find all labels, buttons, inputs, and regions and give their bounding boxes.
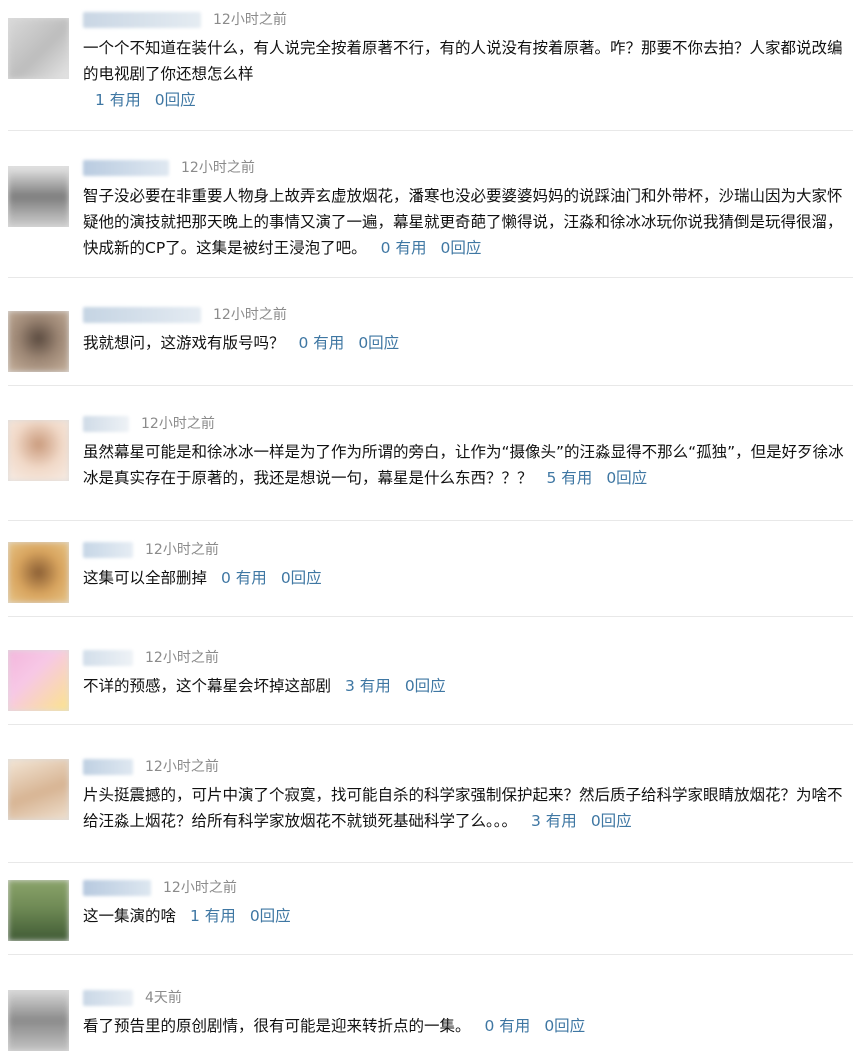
comment-text-body: 虽然幕星可能是和徐冰冰一样是为了作为所谓的旁白，让作为“摄像头”的汪淼显得不那么… (83, 443, 844, 487)
comment-item: 12小时之前 片头挺震撼的，可片中演了个寂寞，找可能自杀的科学家强制保护起来？然… (8, 755, 853, 863)
avatar[interactable] (8, 542, 69, 603)
reply-link[interactable]: 0回应 (358, 334, 399, 352)
comment-item: 12小时之前 智子没必要在非重要人物身上故弄玄虚放烟花，潘寒也没必要婆婆妈妈的说… (8, 156, 853, 278)
avatar-image (8, 311, 69, 372)
comment-item: 12小时之前 这集可以全部删掉 0 有用 0回应 (8, 538, 853, 617)
username[interactable] (83, 759, 133, 775)
comment-text-body: 不详的预感，这个幕星会坏掉这部剧 (83, 677, 332, 695)
comment-meta: 12小时之前 (83, 412, 853, 436)
comment-text: 虽然幕星可能是和徐冰冰一样是为了作为所谓的旁白，让作为“摄像头”的汪淼显得不那么… (83, 439, 853, 491)
username[interactable] (83, 12, 201, 28)
useful-vote-link[interactable]: 5 有用 (547, 469, 593, 487)
avatar[interactable] (8, 311, 69, 372)
comment-item: 12小时之前 虽然幕星可能是和徐冰冰一样是为了作为所谓的旁白，让作为“摄像头”的… (8, 412, 853, 521)
username[interactable] (83, 542, 133, 558)
avatar[interactable] (8, 420, 69, 481)
username[interactable] (83, 880, 151, 896)
avatar-image (8, 759, 69, 820)
reply-link[interactable]: 0回应 (606, 469, 647, 487)
reply-link[interactable]: 0回应 (440, 239, 481, 257)
avatar-image (8, 542, 69, 603)
comment-text: 这一集演的啥 1 有用 0回应 (83, 903, 853, 929)
comment-text: 一个个不知道在装什么，有人说完全按着原著不行，有的人说没有按着原著。咋？那要不你… (83, 35, 853, 87)
comment-time: 12小时之前 (213, 307, 287, 323)
comment-time: 12小时之前 (145, 759, 219, 775)
reply-link[interactable]: 0回应 (591, 812, 632, 830)
comment-time: 12小时之前 (213, 12, 287, 28)
comment-meta: 12小时之前 (83, 303, 853, 327)
avatar-image (8, 18, 69, 79)
comment-text-body: 看了预告里的原创剧情，很有可能是迎来转折点的一集。 (83, 1017, 471, 1035)
avatar-image (8, 420, 69, 481)
comment-text-body: 片头挺震撼的，可片中演了个寂寞，找可能自杀的科学家强制保护起来？然后质子给科学家… (83, 786, 843, 830)
useful-vote-link[interactable]: 3 有用 (531, 812, 577, 830)
comment-meta: 12小时之前 (83, 646, 853, 670)
useful-vote-link[interactable]: 1 有用 (190, 907, 236, 925)
comment-meta: 12小时之前 (83, 876, 853, 900)
useful-vote-link[interactable]: 0 有用 (381, 239, 427, 257)
comment-actions: 1 有用 0回应 (83, 87, 853, 113)
comment-meta: 12小时之前 (83, 8, 853, 32)
comment-text-body: 一个个不知道在装什么，有人说完全按着原著不行，有的人说没有按着原著。咋？那要不你… (83, 39, 843, 83)
avatar[interactable] (8, 880, 69, 941)
comment-text-body: 这集可以全部删掉 (83, 569, 208, 587)
avatar-image (8, 166, 69, 227)
avatar[interactable] (8, 166, 69, 227)
avatar[interactable] (8, 990, 69, 1051)
avatar[interactable] (8, 759, 69, 820)
comment-item: 12小时之前 我就想问，这游戏有版号吗？ 0 有用 0回应 (8, 303, 853, 386)
comment-item: 4天前 看了预告里的原创剧情，很有可能是迎来转折点的一集。 0 有用 0回应 (8, 986, 853, 1058)
reply-link[interactable]: 0回应 (281, 569, 322, 587)
comment-text-body: 我就想问，这游戏有版号吗？ (83, 334, 285, 352)
useful-vote-link[interactable]: 0 有用 (485, 1017, 531, 1035)
comment-time: 12小时之前 (141, 416, 215, 432)
reply-link[interactable]: 0回应 (544, 1017, 585, 1035)
reply-link[interactable]: 0回应 (155, 91, 196, 109)
comment-text: 这集可以全部删掉 0 有用 0回应 (83, 565, 853, 591)
comment-time: 12小时之前 (145, 542, 219, 558)
comment-text-body: 这一集演的啥 (83, 907, 177, 925)
comment-meta: 12小时之前 (83, 755, 853, 779)
comment-meta: 4天前 (83, 986, 853, 1010)
comment-text: 片头挺震撼的，可片中演了个寂寞，找可能自杀的科学家强制保护起来？然后质子给科学家… (83, 782, 853, 834)
avatar-image (8, 650, 69, 711)
comment-text: 看了预告里的原创剧情，很有可能是迎来转折点的一集。 0 有用 0回应 (83, 1013, 853, 1039)
useful-vote-link[interactable]: 1 有用 (95, 91, 141, 109)
username[interactable] (83, 160, 169, 176)
comment-time: 4天前 (145, 990, 182, 1006)
reply-link[interactable]: 0回应 (405, 677, 446, 695)
useful-vote-link[interactable]: 3 有用 (345, 677, 391, 695)
avatar-image (8, 880, 69, 941)
useful-vote-link[interactable]: 0 有用 (299, 334, 345, 352)
username[interactable] (83, 650, 133, 666)
comment-meta: 12小时之前 (83, 156, 853, 180)
username[interactable] (83, 307, 201, 323)
avatar[interactable] (8, 18, 69, 79)
comment-time: 12小时之前 (145, 650, 219, 666)
username[interactable] (83, 416, 129, 432)
reply-link[interactable]: 0回应 (250, 907, 291, 925)
avatar[interactable] (8, 650, 69, 711)
comment-item: 12小时之前 一个个不知道在装什么，有人说完全按着原著不行，有的人说没有按着原著… (8, 8, 853, 131)
comment-text: 我就想问，这游戏有版号吗？ 0 有用 0回应 (83, 330, 853, 356)
comment-text: 不详的预感，这个幕星会坏掉这部剧 3 有用 0回应 (83, 673, 853, 699)
comment-time: 12小时之前 (163, 880, 237, 896)
comment-item: 12小时之前 这一集演的啥 1 有用 0回应 (8, 876, 853, 955)
useful-vote-link[interactable]: 0 有用 (221, 569, 267, 587)
comment-item: 12小时之前 不详的预感，这个幕星会坏掉这部剧 3 有用 0回应 (8, 646, 853, 725)
avatar-image (8, 990, 69, 1051)
username[interactable] (83, 990, 133, 1006)
comment-time: 12小时之前 (181, 160, 255, 176)
comment-text: 智子没必要在非重要人物身上故弄玄虚放烟花，潘寒也没必要婆婆妈妈的说踩油门和外带杯… (83, 183, 853, 261)
comment-meta: 12小时之前 (83, 538, 853, 562)
